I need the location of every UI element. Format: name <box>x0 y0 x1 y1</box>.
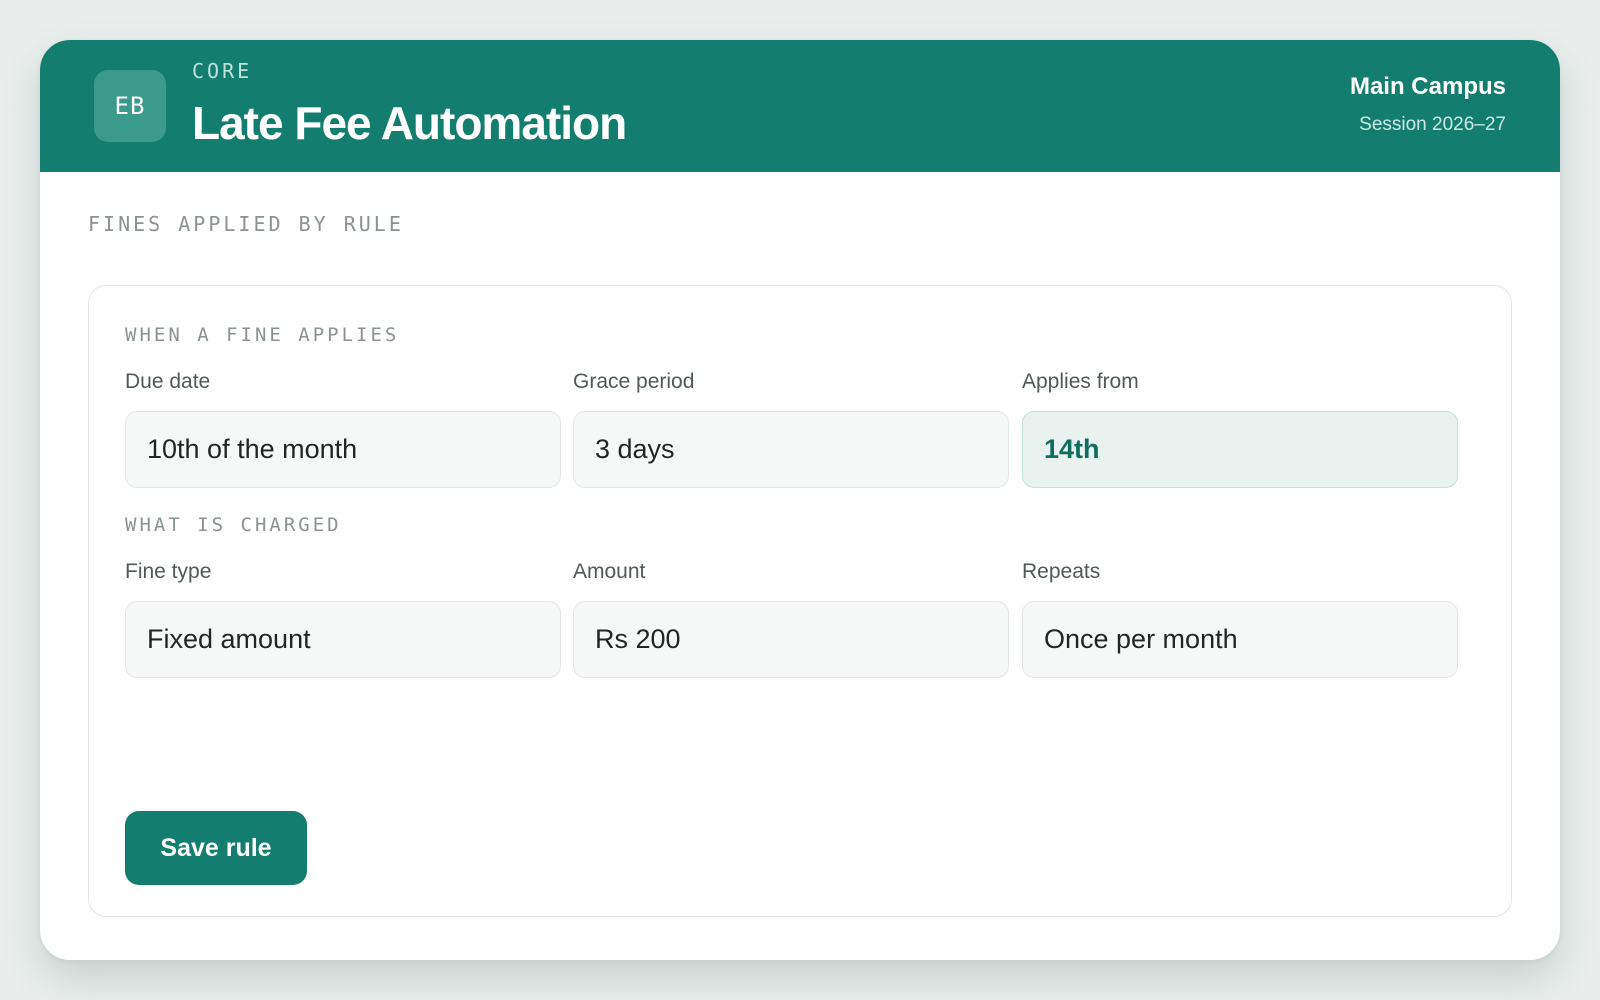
applies-from-field: 14th <box>1022 411 1458 488</box>
rule-panel: WHEN A FINE APPLIES Due date 10th of the… <box>88 285 1512 917</box>
amount-label: Amount <box>573 560 646 583</box>
app-header: EB CORE Late Fee Automation Main Campus … <box>40 40 1560 172</box>
session-label: Session 2026–27 <box>1359 114 1506 135</box>
due-date-label: Due date <box>125 370 211 393</box>
applies-from-label: Applies from <box>1022 370 1139 393</box>
due-date-field[interactable]: 10th of the month <box>125 411 561 488</box>
grace-period-field[interactable]: 3 days <box>573 411 1009 488</box>
fine-type-field[interactable]: Fixed amount <box>125 601 561 678</box>
charge-group-label: WHAT IS CHARGED <box>125 514 342 536</box>
campus-name: Main Campus <box>1349 73 1506 100</box>
page-title: Late Fee Automation <box>192 97 627 149</box>
org-logo: EB <box>94 70 166 142</box>
amount-field[interactable]: Rs 200 <box>573 601 1009 678</box>
grace-period-label: Grace period <box>573 370 695 393</box>
rule-card: EB CORE Late Fee Automation Main Campus … <box>40 40 1560 960</box>
when-group-label: WHEN A FINE APPLIES <box>125 324 400 346</box>
save-rule-button[interactable]: Save rule <box>125 811 307 885</box>
module-eyebrow: CORE <box>192 59 253 83</box>
section-label: FINES APPLIED BY RULE <box>88 212 404 236</box>
repeats-field[interactable]: Once per month <box>1022 601 1458 678</box>
fine-type-label: Fine type <box>125 560 212 583</box>
repeats-label: Repeats <box>1022 560 1101 583</box>
